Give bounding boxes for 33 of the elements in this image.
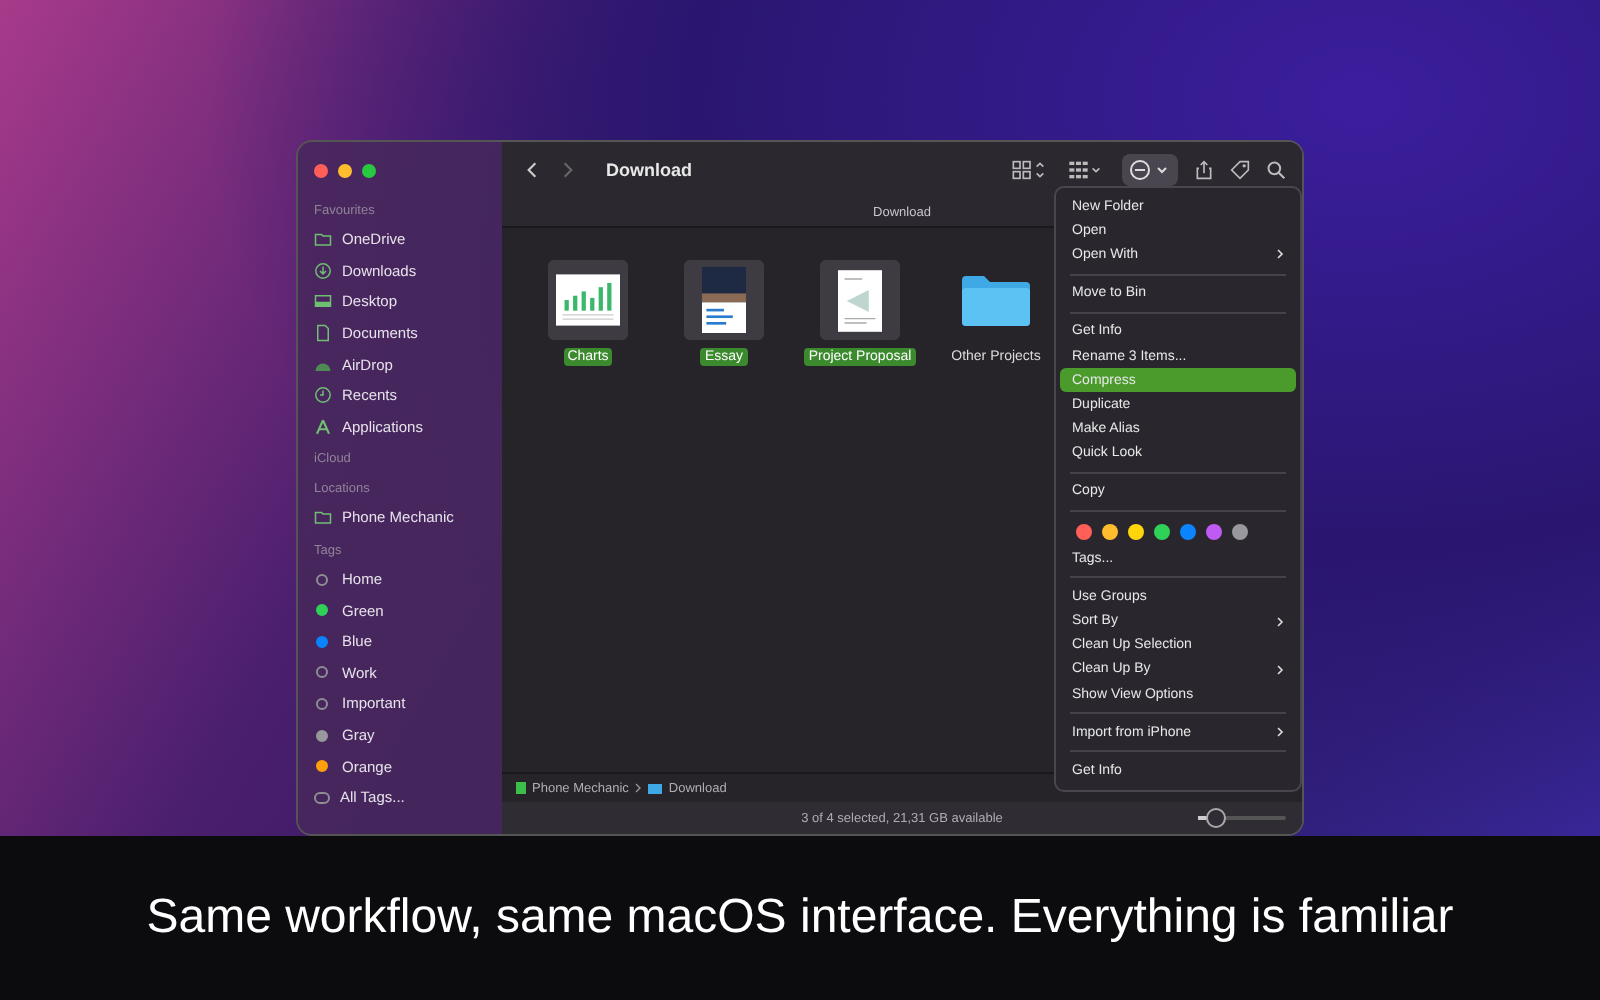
color-tag-dot[interactable] bbox=[1154, 524, 1170, 541]
desktop-icon bbox=[314, 292, 332, 311]
color-tag-dot[interactable] bbox=[1232, 524, 1248, 541]
document-drawing bbox=[838, 269, 882, 331]
folder-icon bbox=[962, 274, 1030, 326]
minimize-button[interactable] bbox=[338, 164, 352, 178]
window-title: Download bbox=[606, 160, 692, 180]
icon-view-icon[interactable] bbox=[1010, 160, 1050, 180]
color-tag-dot[interactable] bbox=[1102, 524, 1118, 541]
close-button[interactable] bbox=[314, 164, 328, 178]
share-icon[interactable] bbox=[1194, 160, 1214, 180]
caption-text: Same workflow, same macOS interface. Everything is familiar bbox=[146, 890, 1454, 946]
essay-document-drawing bbox=[702, 266, 746, 334]
folder-icon bbox=[314, 508, 332, 527]
document-icon bbox=[314, 324, 332, 343]
forward-icon[interactable] bbox=[558, 160, 578, 180]
zoom-button[interactable] bbox=[362, 164, 376, 178]
download-icon bbox=[314, 261, 332, 280]
applications-icon bbox=[314, 417, 332, 436]
chart-document-drawing bbox=[556, 274, 620, 326]
color-tag-dot[interactable] bbox=[1206, 524, 1222, 541]
folder-icon bbox=[314, 230, 332, 249]
color-tag-dot[interactable] bbox=[1180, 524, 1196, 541]
action-button[interactable] bbox=[1122, 154, 1178, 186]
back-icon[interactable] bbox=[522, 160, 542, 180]
slider-thumb[interactable] bbox=[1205, 808, 1226, 828]
chevron-icon bbox=[634, 782, 643, 794]
group-view-icon[interactable] bbox=[1066, 160, 1106, 180]
tag-icon[interactable] bbox=[1230, 160, 1250, 180]
color-tag-dot[interactable] bbox=[1076, 524, 1092, 541]
clock-icon bbox=[314, 386, 332, 405]
search-icon[interactable] bbox=[1266, 160, 1286, 180]
color-tag-dot[interactable] bbox=[1128, 524, 1144, 541]
